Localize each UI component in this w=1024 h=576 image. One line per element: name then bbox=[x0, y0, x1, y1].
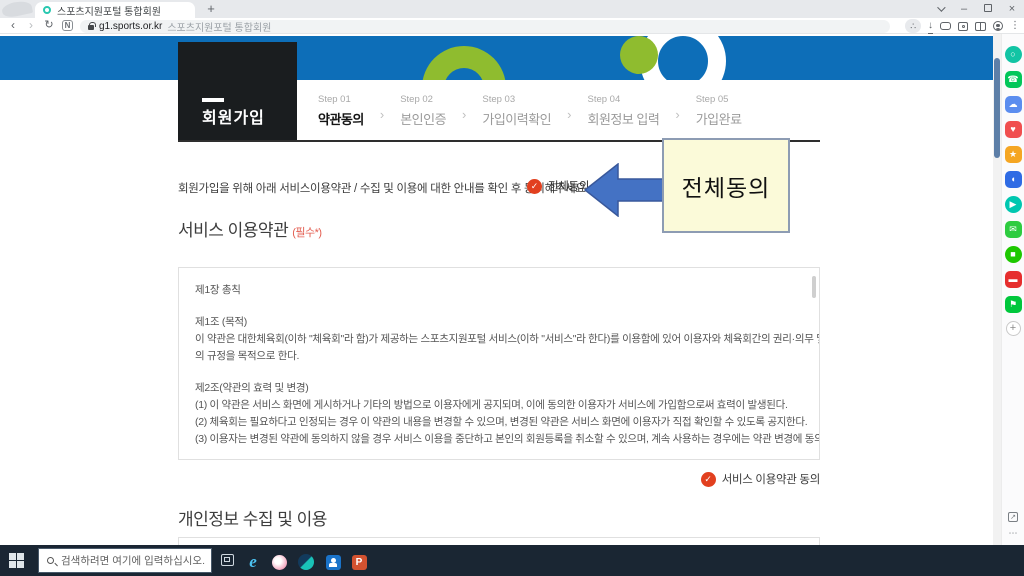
close-button[interactable]: × bbox=[1000, 0, 1024, 18]
green-dot-graphic bbox=[620, 36, 658, 74]
annotation-label: 전체동의 bbox=[682, 169, 771, 203]
annotation-arrow bbox=[584, 163, 664, 217]
site-header-band bbox=[0, 36, 993, 80]
maximize-button[interactable] bbox=[976, 0, 1000, 18]
papago-icon[interactable]: ◖ bbox=[1005, 171, 1022, 188]
tab-favicon-icon bbox=[43, 6, 51, 14]
download-icon[interactable]: ↓ bbox=[928, 19, 933, 34]
page-title-box: 회원가입 bbox=[178, 42, 297, 140]
split-view-icon[interactable] bbox=[975, 22, 986, 31]
step-item-5: Step 05 가입완료 bbox=[696, 94, 742, 128]
taskbar-search-input[interactable]: 검색하려면 여기에 입력하십시오. bbox=[38, 548, 212, 573]
whale-belly-icon[interactable]: ○ bbox=[1005, 46, 1022, 63]
browser-tab-bar: 스포츠지원포털 통합회원 + – × bbox=[0, 0, 1024, 18]
step-item-1: Step 01 약관동의 bbox=[318, 94, 364, 128]
chat-icon[interactable]: ✉ bbox=[1005, 221, 1022, 238]
search-icon bbox=[47, 557, 54, 564]
browser-tab[interactable]: 스포츠지원포털 통합회원 bbox=[35, 2, 195, 18]
terms-line: (1) 이 약관은 서비스 화면에 게시하거나 기타의 방법으로 이용자에게 공… bbox=[195, 397, 803, 414]
green-phone-icon[interactable]: ☎ bbox=[1005, 71, 1022, 88]
play-icon[interactable]: ▶ bbox=[1005, 196, 1022, 213]
url-domain: g1.sports.or.kr bbox=[99, 21, 162, 32]
step-item-4: Step 04 회원정보 입력 bbox=[587, 94, 659, 128]
whale-paw-icon[interactable]: ∴ bbox=[905, 19, 921, 33]
capture-icon[interactable] bbox=[958, 22, 968, 31]
add-app-button[interactable]: + bbox=[1006, 321, 1021, 336]
terms-line: 제1장 총칙 bbox=[195, 282, 803, 299]
section-title-terms: 서비스 이용약관(필수*) bbox=[178, 216, 322, 241]
tab-search-chevron-icon[interactable] bbox=[928, 0, 952, 18]
profile-icon[interactable] bbox=[993, 21, 1003, 31]
lock-icon bbox=[88, 25, 94, 30]
agree-all-label: 전체동의 bbox=[548, 178, 589, 194]
new-tab-button[interactable]: + bbox=[203, 1, 219, 17]
agree-all-checkbox[interactable]: ✓ 전체동의 bbox=[527, 178, 589, 194]
annotation-note: 전체동의 bbox=[662, 138, 790, 233]
title-dash bbox=[202, 98, 224, 102]
url-page-title: 스포츠지원포털 통합회원 bbox=[167, 19, 271, 34]
green-arch-graphic bbox=[422, 46, 506, 80]
sidebar-apps: ○ ☎ ☁ ♥ ★ ◖ ▶ ✉ ■ ▬ ⚑ + bbox=[1002, 34, 1024, 336]
terms-agree-checkbox[interactable]: ✓ 서비스 이용약관 동의 bbox=[178, 471, 820, 487]
chevron-right-icon: › bbox=[380, 107, 384, 122]
whale-mascot-graphic bbox=[1, 0, 33, 19]
star-bookmark-icon[interactable]: ★ bbox=[1005, 146, 1022, 163]
external-link-icon[interactable]: ↗ bbox=[1008, 512, 1018, 522]
terms-line: 제2조(약관의 효력 및 변경) bbox=[195, 380, 803, 397]
tab-title: 스포츠지원포털 통합회원 bbox=[57, 3, 161, 18]
map-pin-icon[interactable]: ⚑ bbox=[1005, 296, 1022, 313]
terms-scrollbar[interactable] bbox=[812, 276, 816, 298]
powerpoint-icon[interactable]: P bbox=[346, 550, 372, 574]
check-icon[interactable]: ✓ bbox=[527, 179, 542, 194]
task-view-button[interactable] bbox=[221, 554, 234, 566]
red-app-icon[interactable]: ▬ bbox=[1005, 271, 1022, 288]
terms-line: (2) 체육회는 필요하다고 인정되는 경우 이 약관의 내용을 변경할 수 있… bbox=[195, 414, 803, 431]
search-placeholder: 검색하려면 여기에 입력하십시오. bbox=[61, 553, 205, 568]
check-icon[interactable]: ✓ bbox=[701, 472, 716, 487]
terms-line: 이 약관은 대한체육회(이하 "체육회"라 함)가 제공하는 스포츠지원포털 서… bbox=[195, 331, 803, 348]
talk-bubble-icon[interactable] bbox=[940, 22, 951, 30]
whale-browser-icon[interactable] bbox=[293, 550, 319, 574]
menu-dots-icon[interactable]: ⋮ bbox=[1010, 19, 1020, 33]
page-scrollbar-thumb[interactable] bbox=[994, 58, 1000, 158]
screen: 스포츠지원포털 통합회원 + – × ‹ › ↻ N g1.sports.or.… bbox=[0, 0, 1024, 576]
step-item-3: Step 03 가입이력확인 bbox=[482, 94, 551, 128]
mybox-cloud-icon[interactable]: ☁ bbox=[1005, 96, 1022, 113]
terms-agree-label: 서비스 이용약관 동의 bbox=[722, 471, 820, 487]
sidebar-more-icon[interactable]: ⋯ bbox=[1009, 528, 1018, 539]
pink-app-icon[interactable] bbox=[266, 550, 292, 574]
step-indicator: Step 01 약관동의 › Step 02 본인인증 › Step 03 가입… bbox=[318, 94, 742, 128]
url-field[interactable]: g1.sports.or.kr 스포츠지원포털 통합회원 bbox=[80, 20, 890, 33]
chevron-right-icon: › bbox=[567, 107, 571, 122]
step-item-2: Step 02 본인인증 bbox=[400, 94, 446, 128]
page-title: 회원가입 bbox=[202, 104, 265, 128]
chevron-right-icon: › bbox=[462, 107, 466, 122]
terms-scroll-box[interactable]: 제1장 총칙 제1조 (목적) 이 약관은 대한체육회(이하 "체육회"라 함)… bbox=[178, 267, 820, 460]
required-badge: (필수*) bbox=[292, 227, 321, 239]
taskbar: 검색하려면 여기에 입력하십시오. e P 4°C 맑음 × 오전 10:58 … bbox=[0, 545, 1024, 576]
section-title-privacy: 개인정보 수집 및 이용 bbox=[178, 505, 327, 530]
terms-line: 제1조 (목적) bbox=[195, 314, 803, 331]
reload-button[interactable]: ↻ bbox=[42, 18, 56, 34]
minimize-button[interactable]: – bbox=[952, 0, 976, 18]
heart-icon[interactable]: ♥ bbox=[1005, 121, 1022, 138]
chevron-right-icon: › bbox=[675, 107, 679, 122]
terms-line: (3) 이용자는 변경된 약관에 동의하지 않을 경우 서비스 이용을 중단하고… bbox=[195, 431, 803, 448]
whale-sidebar: ○ ☎ ☁ ♥ ★ ◖ ▶ ✉ ■ ▬ ⚑ + ↗ ⋯ bbox=[1001, 34, 1024, 545]
forward-button[interactable]: › bbox=[24, 18, 38, 34]
ie-icon[interactable]: e bbox=[240, 550, 266, 574]
band-icon[interactable]: ■ bbox=[1005, 246, 1022, 263]
start-button[interactable] bbox=[9, 553, 24, 568]
terms-line: 의 규정을 목적으로 한다. bbox=[195, 348, 803, 365]
back-button[interactable]: ‹ bbox=[6, 18, 20, 34]
blue-app-icon[interactable] bbox=[320, 550, 346, 574]
naver-n-icon[interactable]: N bbox=[62, 20, 73, 31]
